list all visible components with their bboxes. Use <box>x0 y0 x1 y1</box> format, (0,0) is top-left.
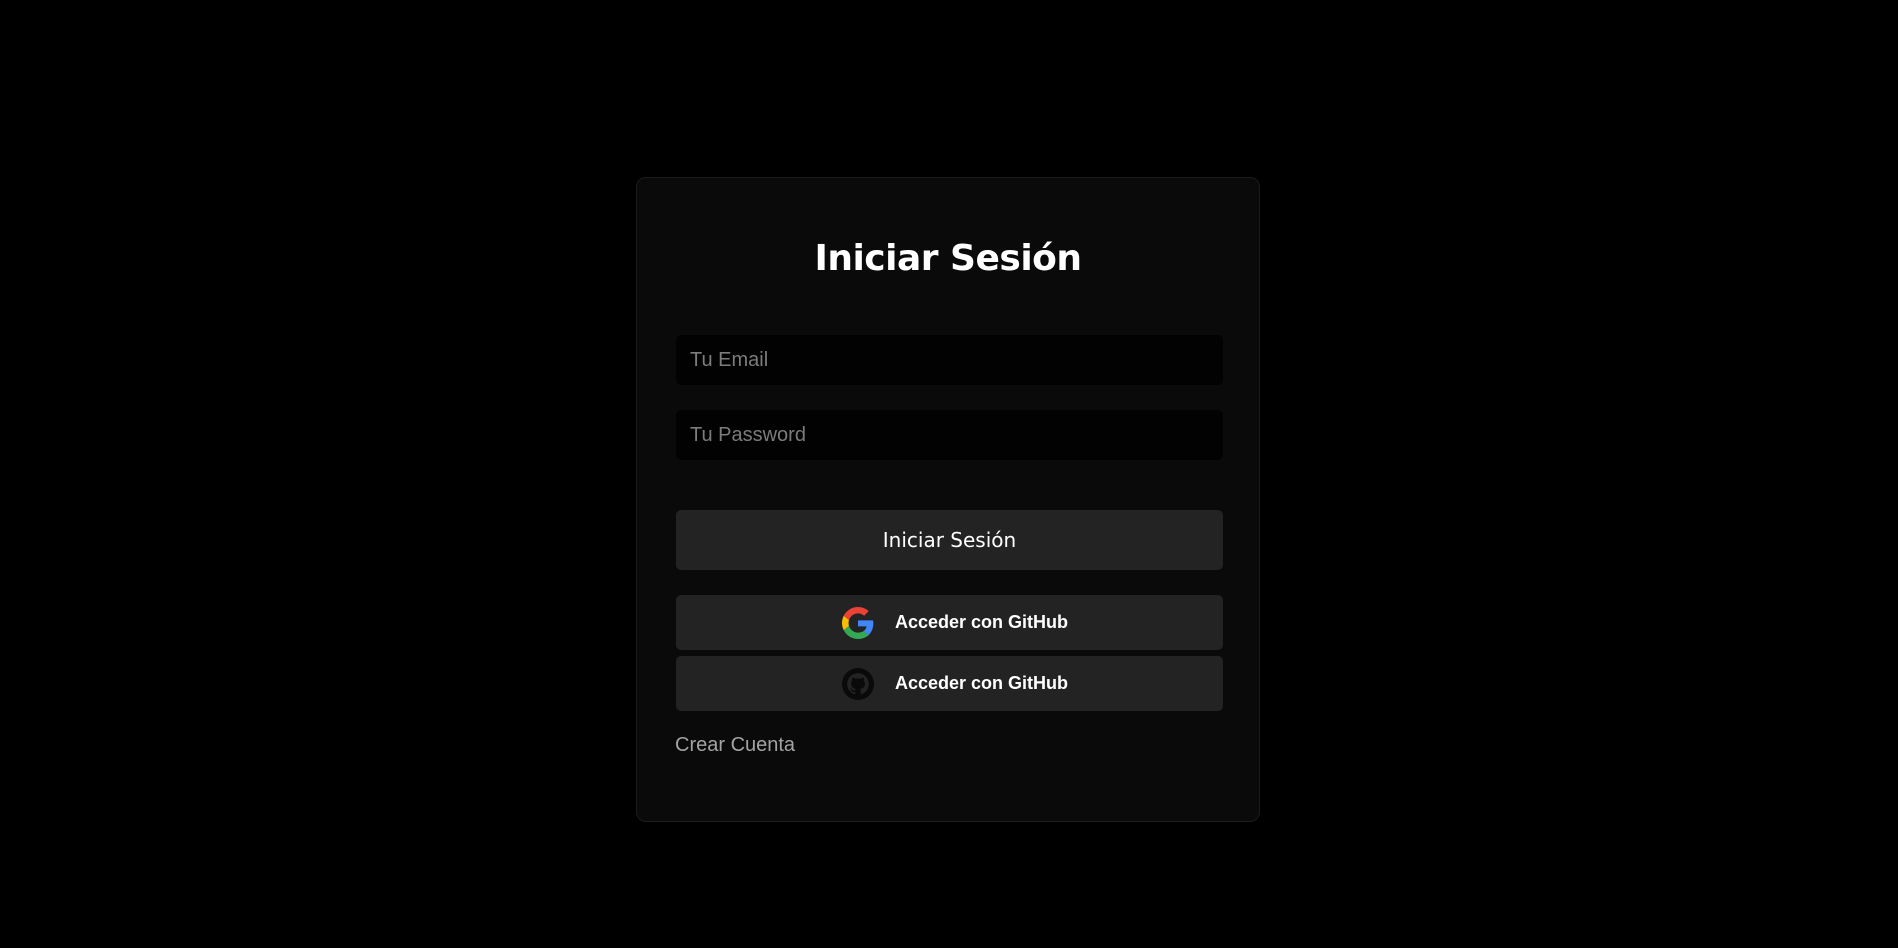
google-login-label: Acceder con GitHub <box>895 612 1069 632</box>
email-field[interactable] <box>676 335 1223 385</box>
page-title: Iniciar Sesión <box>814 238 1082 279</box>
create-account-link[interactable]: Crear Cuenta <box>675 734 795 757</box>
github-login-label: Acceder con GitHub <box>895 673 1069 693</box>
github-login-button[interactable]: Acceder con GitHub <box>676 656 1223 711</box>
login-card: Iniciar Sesión Iniciar Sesión Acceder co… <box>636 177 1260 822</box>
github-icon <box>842 668 874 700</box>
login-submit-button[interactable]: Iniciar Sesión <box>676 510 1223 570</box>
google-icon <box>842 607 874 639</box>
password-field[interactable] <box>676 410 1223 460</box>
google-login-button[interactable]: Acceder con GitHub <box>676 595 1223 650</box>
